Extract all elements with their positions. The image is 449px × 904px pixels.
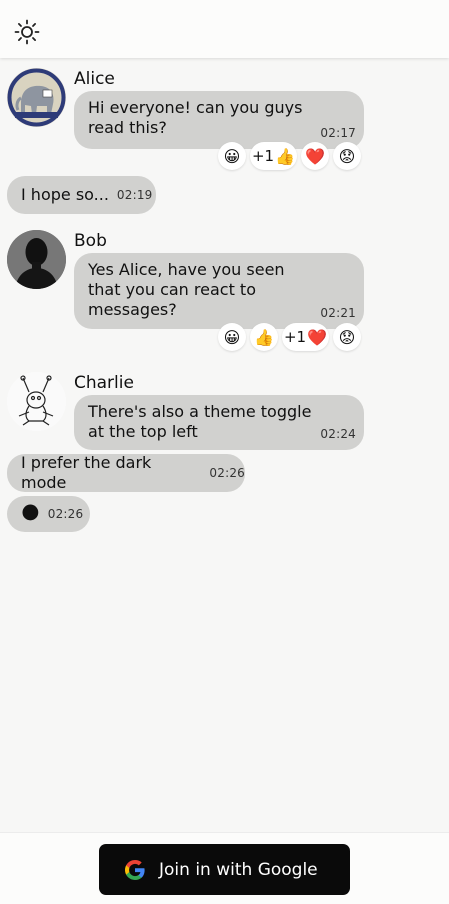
sun-icon[interactable] [14, 19, 40, 45]
message-time: 02:19 [116, 188, 153, 202]
bottom-bar: Join in with Google [0, 832, 449, 904]
reaction-grinning[interactable]: 😀 [218, 142, 246, 170]
google-login-button[interactable]: Join in with Google [99, 844, 350, 895]
new-moon-icon: 🌑 [21, 503, 40, 524]
google-login-label: Join in with Google [159, 859, 318, 880]
avatar-alice [7, 68, 66, 127]
message-time: 02:21 [320, 306, 356, 320]
grinning-face-icon: 😀 [223, 146, 241, 166]
message-time: 02:26 [209, 466, 245, 480]
worried-face-icon: 😟 [338, 146, 356, 166]
avatar-bob [7, 230, 66, 289]
message-text: There's also a theme toggle at the top l… [88, 402, 312, 441]
author-name: Alice [74, 69, 115, 89]
message-time: 02:26 [47, 507, 84, 521]
message-text: I prefer the dark mode [21, 453, 152, 492]
reaction-bar: 😀 👍 +1 ❤️ 😟 [218, 323, 361, 351]
heart-icon: ❤️ [305, 146, 325, 166]
reaction-worried[interactable]: 😟 [333, 142, 361, 170]
message-bubble[interactable]: I hope so... 02:19 [7, 176, 156, 214]
message-bubble[interactable]: There's also a theme toggle at the top l… [74, 395, 364, 450]
reaction-grinning[interactable]: 😀 [218, 323, 246, 351]
message-text: I hope so... [21, 185, 109, 204]
message-time: 02:17 [320, 126, 356, 140]
message-text: Hi everyone! can you guys read this? [88, 98, 303, 137]
message-text: Yes Alice, have you seen that you can re… [88, 260, 285, 319]
reaction-heart[interactable]: +1 ❤️ [282, 323, 329, 351]
avatar-charlie [7, 372, 66, 431]
message-bubble[interactable]: Hi everyone! can you guys read this? 02:… [74, 91, 364, 149]
reaction-count: +1 [283, 328, 307, 346]
google-icon [125, 859, 145, 880]
reaction-worried[interactable]: 😟 [333, 323, 361, 351]
thumbs-up-icon: 👍 [275, 146, 296, 166]
thumbs-up-icon: 👍 [254, 327, 274, 347]
reaction-thumbs-up[interactable]: 👍 [250, 323, 278, 351]
heart-icon: ❤️ [307, 327, 328, 347]
message-bubble[interactable]: Yes Alice, have you seen that you can re… [74, 253, 364, 329]
message-time: 02:24 [320, 427, 356, 441]
author-name: Bob [74, 231, 107, 251]
reaction-thumbs-up[interactable]: +1 👍 [250, 142, 297, 170]
message-bubble[interactable]: 🌑 02:26 [7, 496, 90, 532]
grinning-face-icon: 😀 [223, 327, 241, 347]
reaction-count: +1 [251, 147, 275, 165]
worried-face-icon: 😟 [338, 327, 356, 347]
top-bar [0, 0, 449, 58]
message-bubble[interactable]: I prefer the dark mode 02:26 [7, 453, 245, 492]
reaction-heart[interactable]: ❤️ [301, 142, 329, 170]
reaction-bar: 😀 +1 👍 ❤️ 😟 [218, 142, 361, 170]
author-name: Charlie [74, 373, 134, 393]
